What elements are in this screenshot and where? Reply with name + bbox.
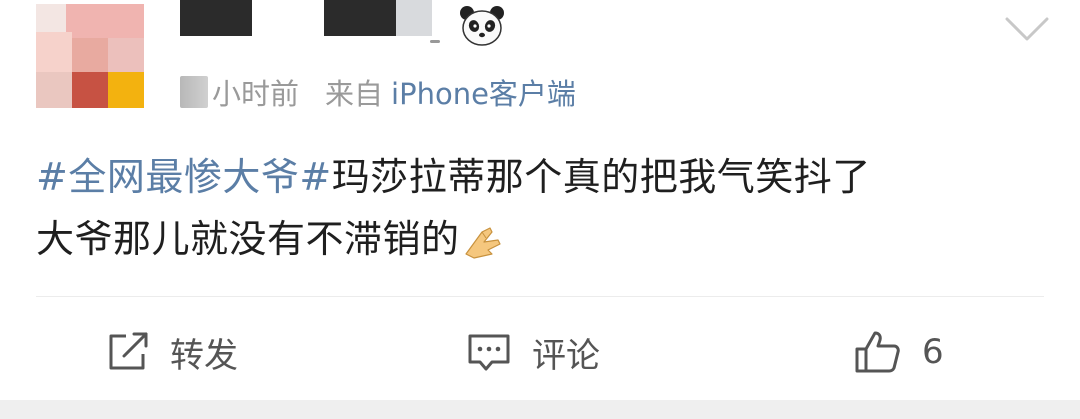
thumbs-up-icon: [855, 331, 900, 373]
avatar[interactable]: [36, 4, 144, 108]
hashtag-link[interactable]: #全网最惨大爷#: [36, 155, 332, 199]
share-icon: [109, 332, 148, 370]
like-count: 6: [922, 332, 944, 372]
repost-button[interactable]: 转发: [106, 326, 238, 378]
time-redacted: [180, 76, 208, 108]
folded-hands-emoji: [464, 226, 501, 259]
weibo-post-card: 小时前 来自 iPhone客户端 #全网最惨大爷#玛莎拉蒂那个真的把我气笑抖了 …: [0, 0, 1080, 400]
chevron-down-icon[interactable]: [1004, 14, 1050, 44]
content-line-1: #全网最惨大爷#玛莎拉蒂那个真的把我气笑抖了: [36, 146, 1046, 208]
name-underline-mark: [430, 40, 440, 43]
post-time: 小时前: [212, 77, 300, 111]
feed-separator: [0, 400, 1080, 419]
divider: [36, 296, 1044, 297]
post-meta: 小时前 来自 iPhone客户端: [180, 72, 576, 112]
panda-icon: [460, 6, 504, 46]
comment-icon: [468, 334, 510, 371]
content-text-1: 玛莎拉蒂那个真的把我气笑抖了: [331, 155, 871, 199]
source-label: 来自: [325, 77, 384, 111]
source-device-link[interactable]: iPhone客户端: [391, 71, 576, 113]
repost-label: 转发: [170, 335, 238, 376]
content-line-2: 大爷那儿就没有不滞销的: [36, 208, 1046, 270]
post-content: #全网最惨大爷#玛莎拉蒂那个真的把我气笑抖了 大爷那儿就没有不滞销的: [36, 146, 1046, 270]
comment-label: 评论: [532, 335, 600, 376]
like-button[interactable]: 6: [854, 326, 944, 378]
comment-button[interactable]: 评论: [466, 326, 600, 378]
content-text-2: 大爷那儿就没有不滞销的: [36, 217, 460, 261]
